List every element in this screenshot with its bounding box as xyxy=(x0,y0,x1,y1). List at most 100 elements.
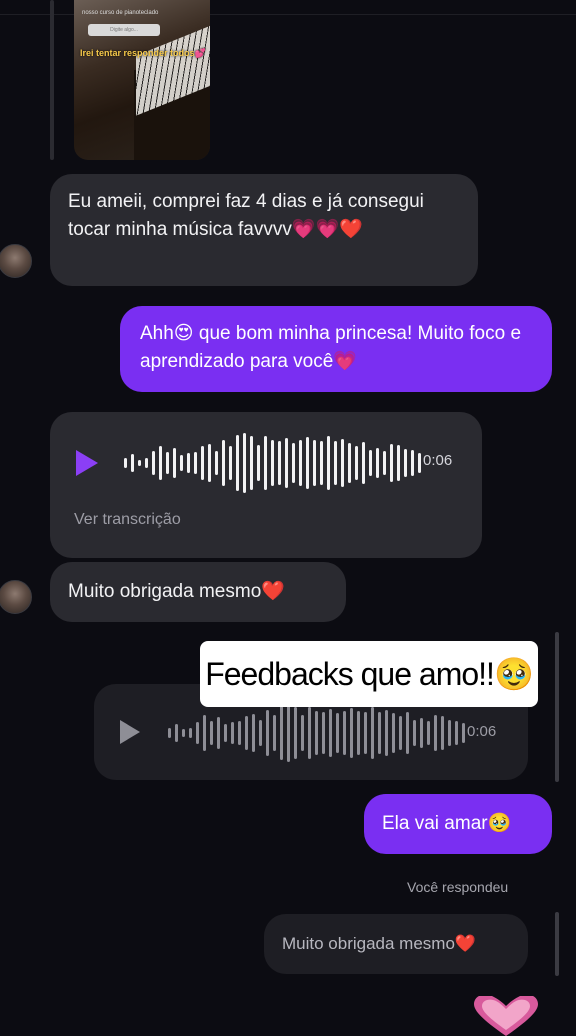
waveform-bar xyxy=(329,709,332,757)
play-icon[interactable] xyxy=(76,450,98,476)
waveform-bar xyxy=(404,449,407,477)
waveform-bar xyxy=(217,717,220,749)
waveform-bar xyxy=(292,443,295,483)
waveform-bar xyxy=(327,436,330,490)
waveform-bar xyxy=(168,728,171,738)
waveform-bar xyxy=(215,451,218,475)
waveform-bar xyxy=(383,451,386,475)
waveform-bar xyxy=(427,721,430,745)
waveform-bar xyxy=(320,441,323,485)
waveform-bar xyxy=(371,707,374,759)
waveform-bar xyxy=(245,716,248,750)
story-input-placeholder: Digite algo... xyxy=(88,24,160,36)
waveform-bar xyxy=(124,458,127,468)
quoted-reply-message[interactable]: Muito obrigada mesmo❤️ xyxy=(264,914,528,974)
waveform-bar xyxy=(210,721,213,745)
waveform-bar xyxy=(369,450,372,476)
waveform-bar xyxy=(315,711,318,755)
voice-message-incoming[interactable]: 0:06 Ver transcrição xyxy=(50,412,482,558)
waveform-bar xyxy=(392,713,395,753)
waveform-bar xyxy=(145,458,148,468)
view-transcription-link[interactable]: Ver transcrição xyxy=(74,511,181,529)
waveform-bar xyxy=(343,711,346,755)
waveform-bar xyxy=(308,707,311,759)
waveform-bar xyxy=(224,724,227,742)
waveform-bar xyxy=(413,720,416,746)
waveform-bar xyxy=(229,446,232,480)
reply-thread-line xyxy=(50,0,54,160)
waveform-bar xyxy=(299,440,302,486)
waveform-bar xyxy=(236,435,239,491)
shared-story-image[interactable]: nosso curso de pianoteclado Digite algo.… xyxy=(74,0,210,160)
waveform-bar xyxy=(350,708,353,758)
waveform-bar xyxy=(420,718,423,748)
waveform-bar xyxy=(173,448,176,478)
text-sticker-overlay: Feedbacks que amo!!🥹 xyxy=(200,641,538,707)
story-caption-top: nosso curso de pianoteclado xyxy=(82,10,159,16)
reply-label: Você respondeu xyxy=(407,879,509,895)
scrollbar[interactable] xyxy=(555,632,559,782)
avatar[interactable] xyxy=(0,580,32,614)
waveform-bar xyxy=(322,712,325,754)
waveform-bar xyxy=(250,436,253,490)
waveform-bar xyxy=(301,715,304,751)
waveform-bar xyxy=(259,720,262,746)
waveform-bar xyxy=(378,712,381,754)
waveform-bar xyxy=(357,711,360,755)
waveform-bar xyxy=(201,446,204,480)
outgoing-message[interactable]: Ahh😍 que bom minha princesa! Muito foco … xyxy=(120,306,552,392)
waveform-bar xyxy=(448,720,451,746)
outgoing-message[interactable]: Ela vai amar🥹 xyxy=(364,794,552,854)
waveform-bar xyxy=(364,712,367,754)
waveform-bar xyxy=(397,445,400,481)
audio-duration: 0:06 xyxy=(423,452,453,469)
waveform-bar xyxy=(152,451,155,475)
waveform-bar xyxy=(194,452,197,474)
waveform-bar xyxy=(376,448,379,478)
waveform-bar xyxy=(182,729,185,737)
waveform-bar xyxy=(306,437,309,489)
waveform-bar xyxy=(243,433,246,493)
waveform-bar xyxy=(208,444,211,482)
waveform-bar xyxy=(238,721,241,745)
incoming-message[interactable]: Muito obrigada mesmo❤️ xyxy=(50,562,346,622)
waveform-bar xyxy=(196,722,199,744)
waveform-bar xyxy=(138,460,141,466)
waveform-bar xyxy=(264,436,267,490)
waveform-bar xyxy=(271,440,274,486)
waveform-bar xyxy=(341,439,344,487)
waveform-bar xyxy=(222,440,225,486)
waveform-bar xyxy=(455,721,458,745)
play-icon[interactable] xyxy=(120,720,140,744)
avatar[interactable] xyxy=(0,244,32,278)
waveform-bar xyxy=(362,442,365,484)
scrollbar[interactable] xyxy=(555,912,559,976)
waveform-bar xyxy=(385,710,388,756)
waveform-bar xyxy=(257,445,260,481)
waveform-bar xyxy=(187,453,190,473)
waveform-bar xyxy=(406,712,409,754)
waveform-bar xyxy=(285,438,288,488)
waveform[interactable] xyxy=(124,432,421,494)
waveform-bar xyxy=(273,715,276,751)
waveform-bar xyxy=(180,455,183,471)
waveform-bar xyxy=(355,446,358,480)
waveform-bar xyxy=(280,706,283,760)
waveform-bar xyxy=(336,713,339,753)
waveform-bar xyxy=(348,443,351,483)
waveform[interactable] xyxy=(168,704,465,762)
waveform-bar xyxy=(166,452,169,474)
waveform-bar xyxy=(203,715,206,751)
waveform-bar xyxy=(231,722,234,744)
waveform-bar xyxy=(252,714,255,752)
waveform-bar xyxy=(462,723,465,743)
waveform-bar xyxy=(159,446,162,480)
waveform-bar xyxy=(334,441,337,485)
heart-reaction-icon xyxy=(474,996,538,1036)
incoming-message[interactable]: Eu ameii, comprei faz 4 dias e já conseg… xyxy=(50,174,478,286)
waveform-bar xyxy=(313,440,316,486)
waveform-bar xyxy=(266,710,269,756)
audio-duration: 0:06 xyxy=(467,723,497,740)
waveform-bar xyxy=(294,707,297,759)
waveform-bar xyxy=(287,704,290,762)
